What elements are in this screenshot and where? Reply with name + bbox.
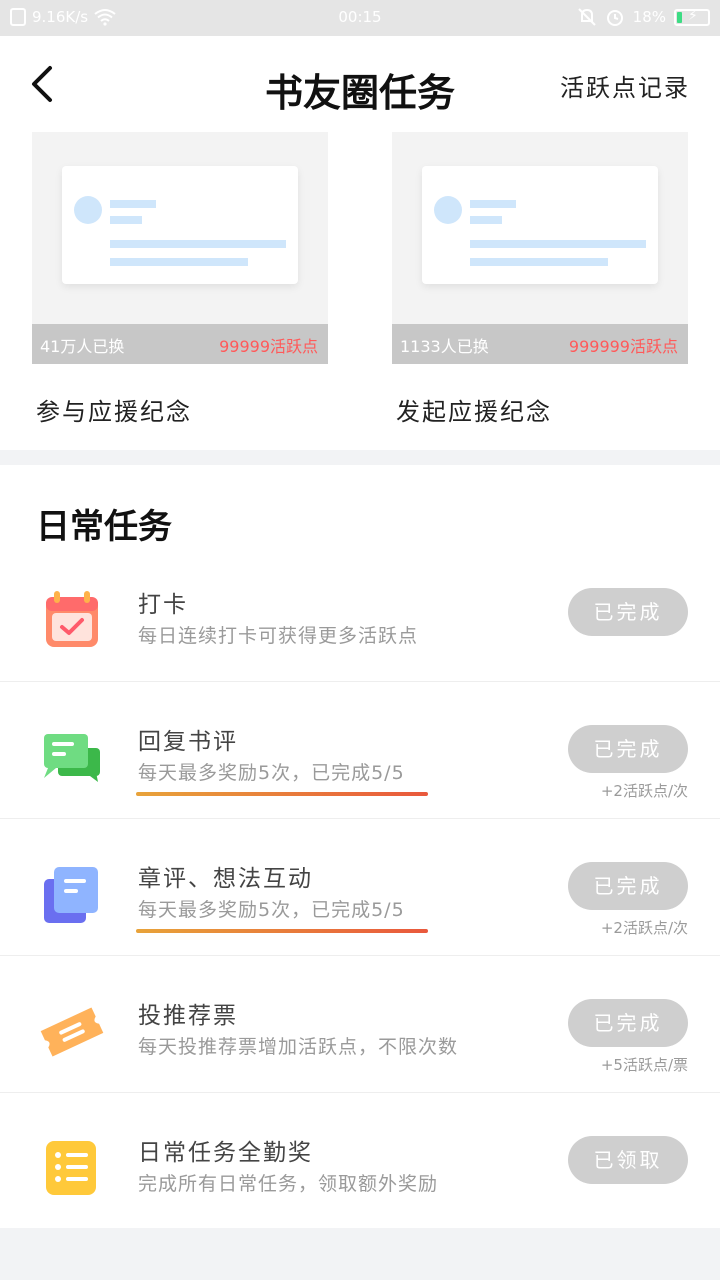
task-title: 回复书评 xyxy=(138,729,238,755)
calendar-check-icon xyxy=(46,591,98,647)
battery-fill xyxy=(677,11,682,23)
document-icon xyxy=(44,867,98,923)
progress-underline xyxy=(136,792,428,796)
task-title: 打卡 xyxy=(138,592,188,618)
badge-paper xyxy=(422,166,658,284)
task-row: 打卡 每日连续打卡可获得更多活跃点 已完成 xyxy=(0,545,720,682)
task-desc: 每天最多奖励5次，已完成5/5 xyxy=(138,762,405,784)
battery-percent: 18% xyxy=(632,8,666,26)
task-row: 章评、想法互动 每天最多奖励5次，已完成5/5 已完成 +2活跃点/次 xyxy=(0,819,720,956)
task-desc: 每日连续打卡可获得更多活跃点 xyxy=(138,625,419,647)
task-status-button[interactable]: 已领取 xyxy=(568,1136,688,1184)
badge-info-bar: 1133人已换 999999活跃点 xyxy=(392,324,688,364)
ticket-icon xyxy=(40,1007,104,1057)
charging-icon: ⚡ xyxy=(688,7,698,24)
chat-bubble-icon xyxy=(44,734,100,782)
daily-tasks-section: 日常任务 打卡 每日连续打卡可获得更多活跃点 已完成 回复书评 每天最多奖励5次… xyxy=(0,465,720,1228)
badge-card[interactable]: 1133人已换 999999活跃点 发起应援纪念 xyxy=(392,132,688,426)
badge-price: 99999活跃点 xyxy=(219,337,318,356)
task-status-button[interactable]: 已完成 xyxy=(568,862,688,910)
task-desc: 每天投推荐票增加活跃点，不限次数 xyxy=(138,1036,459,1058)
task-desc: 每天最多奖励5次，已完成5/5 xyxy=(138,899,405,921)
status-right: 18% ⚡ xyxy=(577,7,710,27)
activity-record-link[interactable]: 活跃点记录 xyxy=(560,68,690,103)
badge-name: 发起应援纪念 xyxy=(396,398,552,426)
alarm-icon xyxy=(606,10,623,26)
task-status-button[interactable]: 已完成 xyxy=(568,588,688,636)
task-reward: +2活跃点/次 xyxy=(600,782,688,800)
task-row: 日常任务全勤奖 完成所有日常任务，领取额外奖励 已领取 xyxy=(0,1093,720,1229)
list-icon xyxy=(46,1141,96,1195)
battery-icon: ⚡ xyxy=(674,7,710,26)
task-row: 回复书评 每天最多奖励5次，已完成5/5 已完成 +2活跃点/次 xyxy=(0,682,720,819)
badge-exchange-count: 1133人已换 xyxy=(400,337,489,356)
mute-icon xyxy=(577,8,596,26)
badge-section: 41万人已换 99999活跃点 参与应援纪念 1133人已换 999999活跃点… xyxy=(0,132,720,450)
badge-card[interactable]: 41万人已换 99999活跃点 参与应援纪念 xyxy=(32,132,328,426)
badge-exchange-count: 41万人已换 xyxy=(40,337,125,356)
task-title: 日常任务全勤奖 xyxy=(138,1140,313,1166)
task-status-button[interactable]: 已完成 xyxy=(568,999,688,1047)
badge-price: 999999活跃点 xyxy=(568,337,678,356)
task-title: 章评、想法互动 xyxy=(138,866,313,892)
task-row: 投推荐票 每天投推荐票增加活跃点，不限次数 已完成 +5活跃点/票 xyxy=(0,956,720,1093)
badge-preview: 1133人已换 999999活跃点 xyxy=(392,132,688,364)
badge-name: 参与应援纪念 xyxy=(36,398,192,426)
badge-info-bar: 41万人已换 99999活跃点 xyxy=(32,324,328,364)
task-reward: +5活跃点/票 xyxy=(600,1056,688,1074)
status-bar: 9.16K/s 00:15 18% ⚡ xyxy=(0,0,720,36)
header: 书友圈任务 活跃点记录 xyxy=(0,36,720,136)
badge-preview: 41万人已换 99999活跃点 xyxy=(32,132,328,364)
badge-paper xyxy=(62,166,298,284)
task-desc: 完成所有日常任务，领取额外奖励 xyxy=(138,1173,439,1195)
task-reward: +2活跃点/次 xyxy=(600,919,688,937)
progress-underline xyxy=(136,929,428,933)
section-title: 日常任务 xyxy=(36,507,172,547)
task-status-button[interactable]: 已完成 xyxy=(568,725,688,773)
task-title: 投推荐票 xyxy=(138,1003,238,1029)
